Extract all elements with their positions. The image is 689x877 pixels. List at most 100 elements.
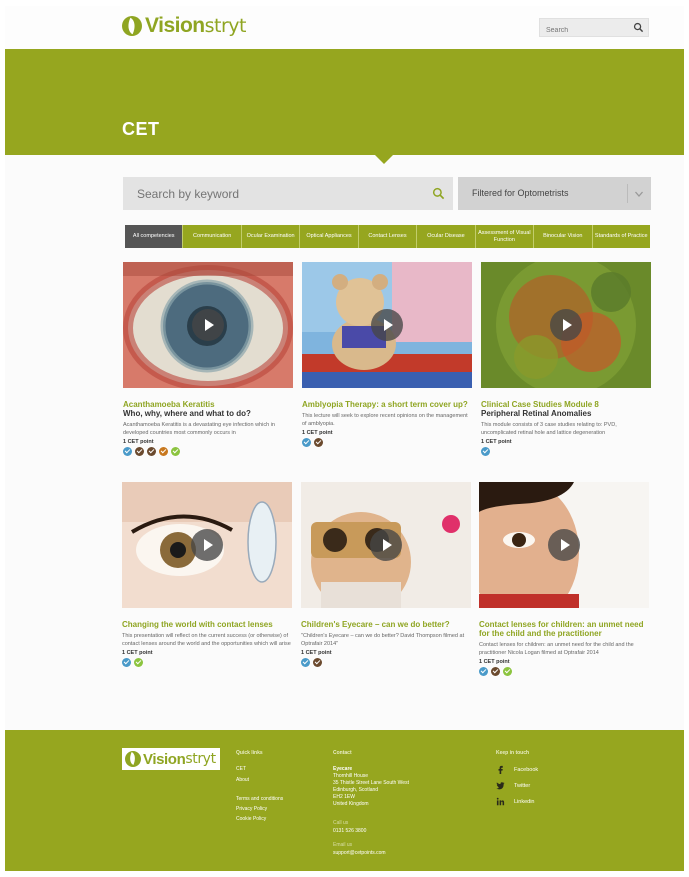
page-title: CET	[122, 119, 160, 139]
header-search-input[interactable]	[540, 22, 628, 39]
cet-points: 1 CET point	[481, 439, 512, 446]
course-card[interactable]: Clinical Case Studies Module 8 Periphera…	[481, 262, 651, 457]
competency-check-icon	[313, 658, 322, 668]
course-thumbnail[interactable]	[479, 482, 649, 608]
tab-visual-function[interactable]: Assessment of Visual Function	[475, 225, 535, 248]
competency-check-icon	[135, 447, 144, 457]
social-twitter[interactable]: Twitter	[496, 781, 530, 790]
footer-link-privacy[interactable]: Privacy Policy	[236, 806, 267, 812]
card-subtitle: Peripheral Retinal Anomalies	[481, 409, 592, 419]
footer-logo[interactable]: Vision stryt	[122, 748, 220, 770]
course-card[interactable]: Amblyopia Therapy: a short term cover up…	[302, 262, 472, 448]
competency-check-icon	[171, 447, 180, 457]
site-logo[interactable]: Vision stryt	[122, 14, 247, 38]
course-card[interactable]: Contact lenses for children: an unmet ne…	[479, 482, 649, 677]
cet-points: 1 CET point	[302, 430, 333, 437]
competency-check-icon	[123, 447, 132, 457]
competency-check-icon	[314, 438, 323, 448]
course-thumbnail[interactable]	[302, 262, 472, 388]
tab-communication[interactable]: Communication	[183, 225, 242, 248]
competency-icons	[301, 658, 471, 668]
leaf-logo-icon	[122, 16, 142, 36]
competency-icons	[479, 667, 649, 677]
course-card[interactable]: Acanthamoeba Keratitis Who, why, where a…	[123, 262, 293, 457]
course-card[interactable]: Children's Eyecare – can we do better? "…	[301, 482, 471, 668]
card-subtitle: Who, why, where and what to do?	[123, 409, 251, 419]
card-description: Contact lenses for children: an unmet ne…	[479, 642, 634, 656]
footer-logo-text-bold: Vision	[143, 750, 186, 768]
competency-check-icon	[503, 667, 512, 677]
tab-ocular-examination[interactable]: Ocular Examination	[241, 225, 301, 248]
card-title[interactable]: Changing the world with contact lenses	[122, 620, 292, 629]
footer-link-cet[interactable]: CET	[236, 766, 246, 772]
header-search	[539, 18, 649, 39]
filter-divider	[627, 184, 628, 203]
card-title[interactable]: Amblyopia Therapy: a short term cover up…	[302, 400, 472, 409]
footer-logo-text-light: stryt	[185, 751, 216, 767]
play-button[interactable]	[370, 529, 402, 561]
search-icon[interactable]	[633, 22, 644, 33]
leaf-logo-icon	[125, 751, 141, 767]
course-thumbnail[interactable]	[123, 262, 293, 388]
hero-banner: CET	[5, 49, 684, 155]
card-title[interactable]: Clinical Case Studies Module 8	[481, 400, 651, 409]
competency-check-icon	[479, 667, 488, 677]
tab-contact-lenses[interactable]: Contact Lenses	[358, 225, 418, 248]
facebook-label: Facebook	[514, 766, 539, 773]
tab-ocular-disease[interactable]: Ocular Disease	[417, 225, 476, 248]
tab-all-competencies[interactable]: All competencies	[125, 225, 184, 248]
cet-points: 1 CET point	[479, 659, 510, 666]
quick-links-heading: Quick links	[236, 750, 263, 756]
play-button[interactable]	[548, 529, 580, 561]
course-thumbnail[interactable]	[481, 262, 651, 388]
competency-icons	[122, 658, 292, 668]
competency-check-icon	[491, 667, 500, 677]
play-button[interactable]	[550, 309, 582, 341]
contact-address-line: United Kingdom	[333, 801, 369, 807]
social-linkedin[interactable]: Linkedin	[496, 797, 535, 806]
contact-email[interactable]: support@cetpoints.com	[333, 850, 386, 858]
competency-check-icon	[122, 658, 131, 668]
tab-standards-of-practice[interactable]: Standards of Practice	[592, 225, 650, 248]
course-thumbnail[interactable]	[122, 482, 292, 608]
competency-icons	[302, 438, 472, 448]
footer-link-cookie[interactable]: Cookie Policy	[236, 816, 266, 822]
site-header: Vision stryt	[5, 6, 684, 49]
twitter-label: Twitter	[514, 782, 531, 789]
card-description: "Children's Eyecare – can we do better? …	[301, 633, 465, 647]
keyword-search-input[interactable]	[123, 177, 403, 210]
email-label: Email us	[333, 842, 353, 848]
footer-link-terms[interactable]: Terms and conditions	[236, 796, 283, 802]
footer-link-about[interactable]: About	[236, 777, 249, 783]
profession-filter-select[interactable]: Filtered for Optometrists	[458, 177, 651, 210]
search-icon[interactable]	[432, 187, 445, 200]
contact-heading: Contact	[333, 750, 352, 756]
course-card[interactable]: Changing the world with contact lenses T…	[122, 482, 292, 668]
keep-in-touch-heading: Keep in touch	[496, 750, 530, 756]
tab-binocular-vision[interactable]: Binocular Vision	[534, 225, 593, 248]
card-title[interactable]: Contact lenses for children: an unmet ne…	[479, 620, 649, 638]
card-description: This lecture will seek to explore recent…	[302, 413, 468, 427]
competency-check-icon	[481, 447, 490, 457]
tab-optical-appliances[interactable]: Optical Appliances	[300, 225, 359, 248]
site-footer: Vision stryt Quick links CET About Terms…	[5, 730, 684, 871]
play-button[interactable]	[192, 309, 224, 341]
competency-check-icon	[302, 438, 311, 448]
linkedin-icon	[496, 797, 505, 806]
cet-points: 1 CET point	[123, 439, 154, 446]
card-title[interactable]: Children's Eyecare – can we do better?	[301, 620, 471, 629]
social-facebook[interactable]: Facebook	[496, 765, 538, 774]
contact-phone[interactable]: 0131 526 3800	[333, 828, 366, 836]
twitter-icon	[496, 782, 505, 790]
competency-tabs: All competencies Communication Ocular Ex…	[125, 225, 650, 248]
card-description: This module consists of 3 case studies r…	[481, 422, 617, 436]
keyword-search	[123, 177, 453, 210]
play-button[interactable]	[191, 529, 223, 561]
card-title[interactable]: Acanthamoeba Keratitis	[123, 400, 293, 409]
card-description: This presentation will reflect on the cu…	[122, 633, 291, 648]
course-thumbnail[interactable]	[301, 482, 471, 608]
linkedin-label: Linkedin	[514, 798, 535, 805]
play-button[interactable]	[371, 309, 403, 341]
call-label: Call us	[333, 820, 349, 826]
cet-points: 1 CET point	[122, 650, 153, 657]
